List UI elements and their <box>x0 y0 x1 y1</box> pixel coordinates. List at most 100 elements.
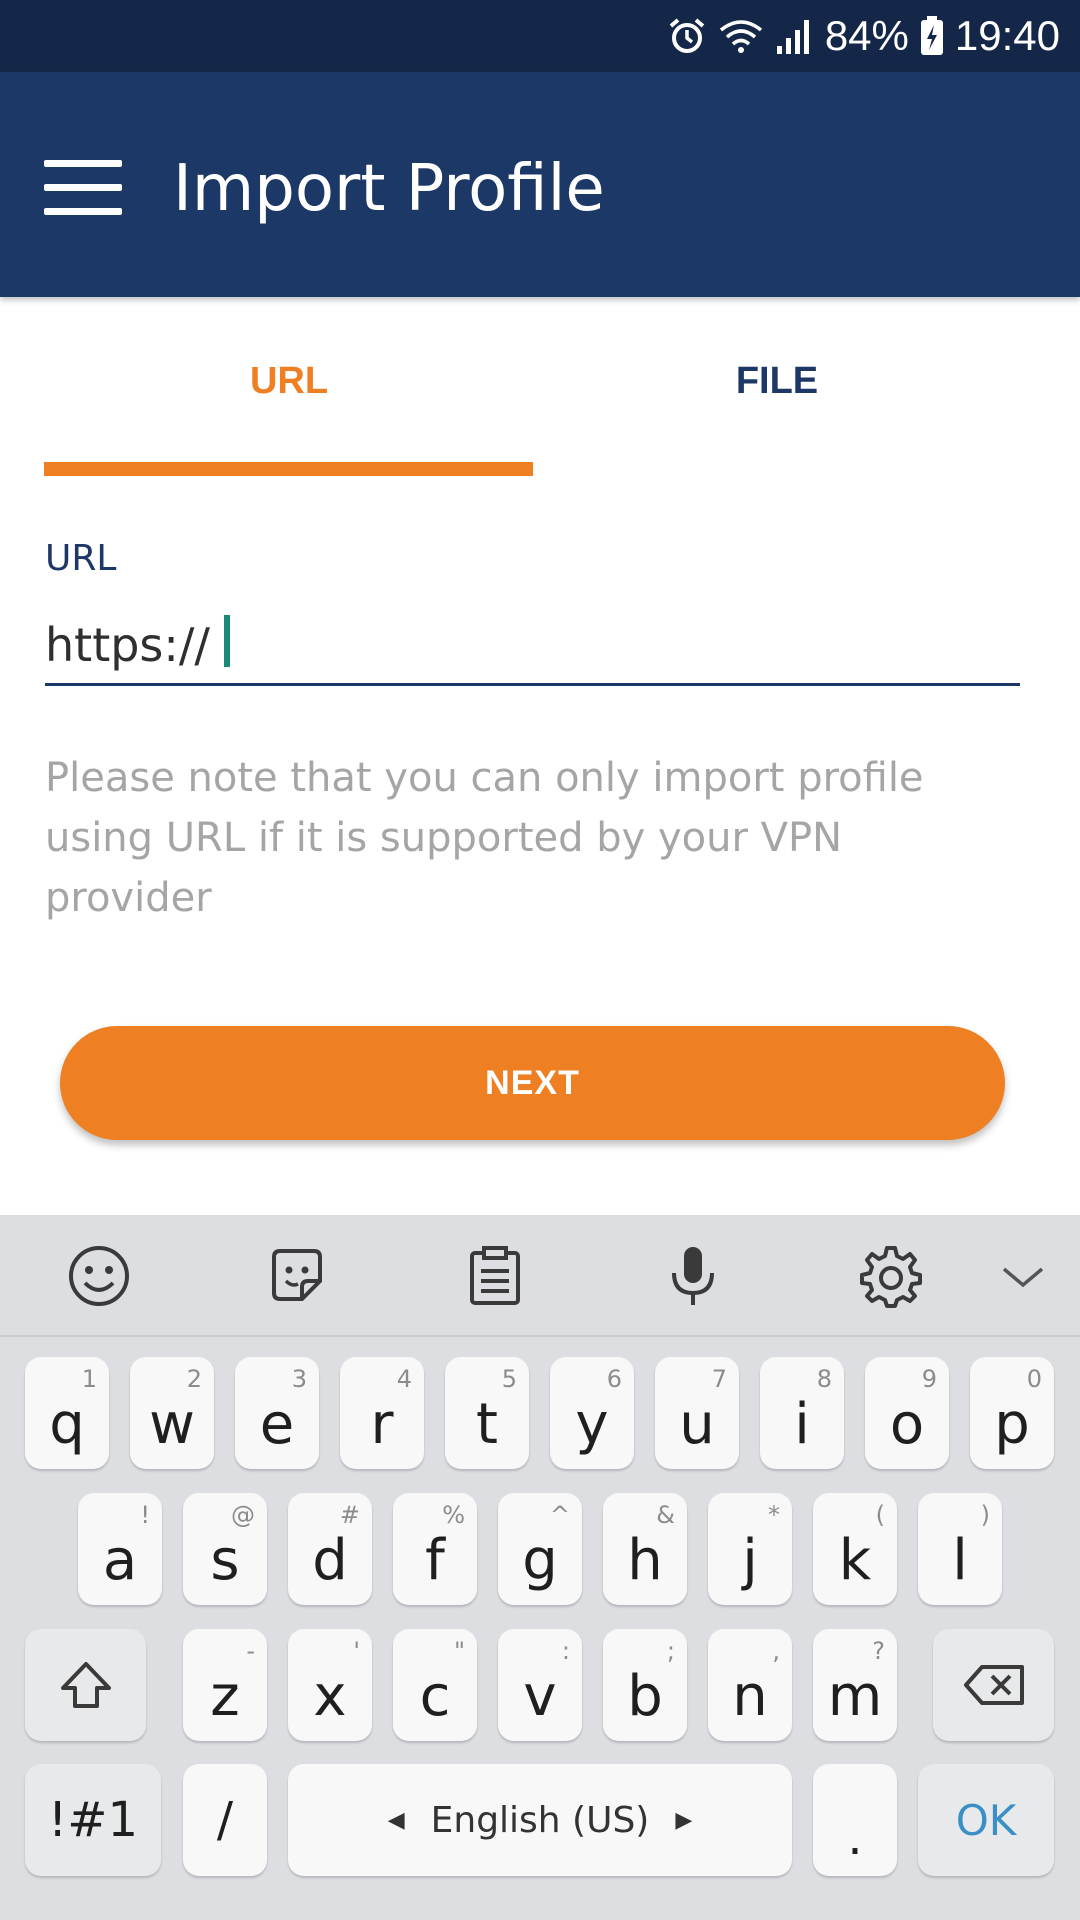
key-secondary-label: ' <box>353 1637 360 1665</box>
clock: 19:40 <box>954 12 1060 59</box>
text-cursor <box>224 615 230 667</box>
key-r[interactable]: 4r <box>340 1357 424 1469</box>
space-key[interactable]: ◀ English (US) ▶ <box>288 1764 792 1876</box>
key-label: i <box>794 1392 810 1457</box>
key-secondary-label: * <box>768 1501 780 1529</box>
key-label: t <box>476 1392 498 1457</box>
tab-selected-indicator <box>44 462 533 476</box>
key-label: a <box>102 1528 138 1593</box>
alarm-icon <box>667 16 707 56</box>
url-input-underline <box>45 683 1020 686</box>
settings-icon[interactable] <box>858 1243 924 1309</box>
url-input[interactable] <box>45 605 1020 685</box>
key-m[interactable]: ? m <box>813 1629 897 1741</box>
key-w[interactable]: 2w <box>130 1357 214 1469</box>
key-label: j <box>742 1528 758 1593</box>
key-secondary-label: ; <box>666 1637 675 1665</box>
key-label: e <box>259 1392 295 1457</box>
key-n[interactable]: ,n <box>708 1629 792 1741</box>
symbols-key[interactable]: !#1 <box>25 1764 161 1876</box>
key-label: x <box>313 1664 347 1729</box>
key-j[interactable]: * j <box>708 1493 792 1605</box>
key-q[interactable]: 1q <box>25 1357 109 1469</box>
key-e[interactable]: 3e <box>235 1357 319 1469</box>
key-secondary-label: , <box>772 1637 780 1665</box>
key-label: m <box>827 1664 883 1729</box>
key-label: h <box>627 1528 663 1593</box>
backspace-icon <box>933 1629 1054 1741</box>
key-i[interactable]: 8i <box>760 1357 844 1469</box>
tab-url[interactable]: URL <box>44 360 534 403</box>
slash-key[interactable]: / <box>183 1764 267 1876</box>
key-label: o <box>889 1392 925 1457</box>
key-label: l <box>952 1528 968 1593</box>
tab-file[interactable]: FILE <box>532 360 1022 403</box>
battery-charging-icon <box>919 15 945 57</box>
key-secondary-label: 8 <box>816 1365 832 1393</box>
key-o[interactable]: 9o <box>865 1357 949 1469</box>
key-t[interactable]: 5t <box>445 1357 529 1469</box>
key-secondary-label: " <box>453 1637 465 1665</box>
key-secondary-label: 2 <box>186 1365 202 1393</box>
key-secondary-label: - <box>246 1637 255 1665</box>
hamburger-menu-icon[interactable] <box>44 160 122 216</box>
key-label: w <box>149 1392 195 1457</box>
key-secondary-label: ! <box>140 1501 150 1529</box>
key-x[interactable]: ' x <box>288 1629 372 1741</box>
keyboard-toolbar <box>0 1215 1080 1337</box>
key-v[interactable]: :v <box>498 1629 582 1741</box>
key-b[interactable]: ; b <box>603 1629 687 1741</box>
key-label: u <box>679 1392 715 1457</box>
status-indicators: 84% 19:40 <box>667 0 1060 72</box>
key-p[interactable]: 0p <box>970 1357 1054 1469</box>
key-label: f <box>425 1528 445 1593</box>
battery-percent: 84% <box>824 12 909 59</box>
shift-key[interactable] <box>25 1629 146 1741</box>
key-a[interactable]: ! a <box>78 1493 162 1605</box>
key-c[interactable]: " c <box>393 1629 477 1741</box>
clipboard-icon[interactable] <box>462 1243 528 1309</box>
app-bar: Import Profile <box>0 72 1080 297</box>
key-z[interactable]: -z <box>183 1629 267 1741</box>
key-s[interactable]: @ s <box>183 1493 267 1605</box>
key-label: v <box>523 1664 557 1729</box>
emoji-icon[interactable] <box>66 1243 132 1309</box>
collapse-keyboard-icon[interactable] <box>990 1243 1056 1309</box>
key-secondary-label: 1 <box>81 1365 97 1393</box>
key-secondary-label: & <box>656 1501 675 1529</box>
sticker-icon[interactable] <box>264 1243 330 1309</box>
key-u[interactable]: 7u <box>655 1357 739 1469</box>
key-secondary-label: ^ <box>549 1501 570 1529</box>
key-secondary-label: @ <box>231 1501 255 1529</box>
key-secondary-label: ( <box>875 1501 885 1529</box>
key-secondary-label: ? <box>872 1637 885 1665</box>
ok-key[interactable]: OK <box>918 1764 1054 1876</box>
key-g[interactable]: ^ g <box>498 1493 582 1605</box>
next-button[interactable]: NEXT <box>60 1026 1005 1140</box>
microphone-icon[interactable] <box>660 1243 726 1309</box>
language-right-icon: ▶ <box>675 1807 693 1833</box>
key-secondary-label: 9 <box>921 1365 937 1393</box>
key-label: z <box>210 1664 240 1729</box>
key-secondary-label: ) <box>980 1501 990 1529</box>
key-secondary-label: : <box>561 1637 570 1665</box>
key-h[interactable]: & h <box>603 1493 687 1605</box>
key-label: k <box>838 1528 872 1593</box>
key-label: s <box>210 1528 240 1593</box>
url-field-label: URL <box>45 538 117 579</box>
key-secondary-label: 7 <box>711 1365 727 1393</box>
key-label: y <box>575 1392 609 1457</box>
language-left-icon: ◀ <box>387 1807 405 1833</box>
key-label: c <box>419 1664 451 1729</box>
key-secondary-label: % <box>442 1501 465 1529</box>
key-y[interactable]: 6y <box>550 1357 634 1469</box>
key-secondary-label: 6 <box>606 1365 622 1393</box>
key-label: d <box>312 1528 348 1593</box>
key-label: p <box>994 1392 1030 1457</box>
period-key[interactable]: . <box>813 1764 897 1876</box>
key-k[interactable]: (k <box>813 1493 897 1605</box>
key-l[interactable]: ) l <box>918 1493 1002 1605</box>
key-d[interactable]: # d <box>288 1493 372 1605</box>
backspace-key[interactable] <box>933 1629 1054 1741</box>
key-f[interactable]: % f <box>393 1493 477 1605</box>
